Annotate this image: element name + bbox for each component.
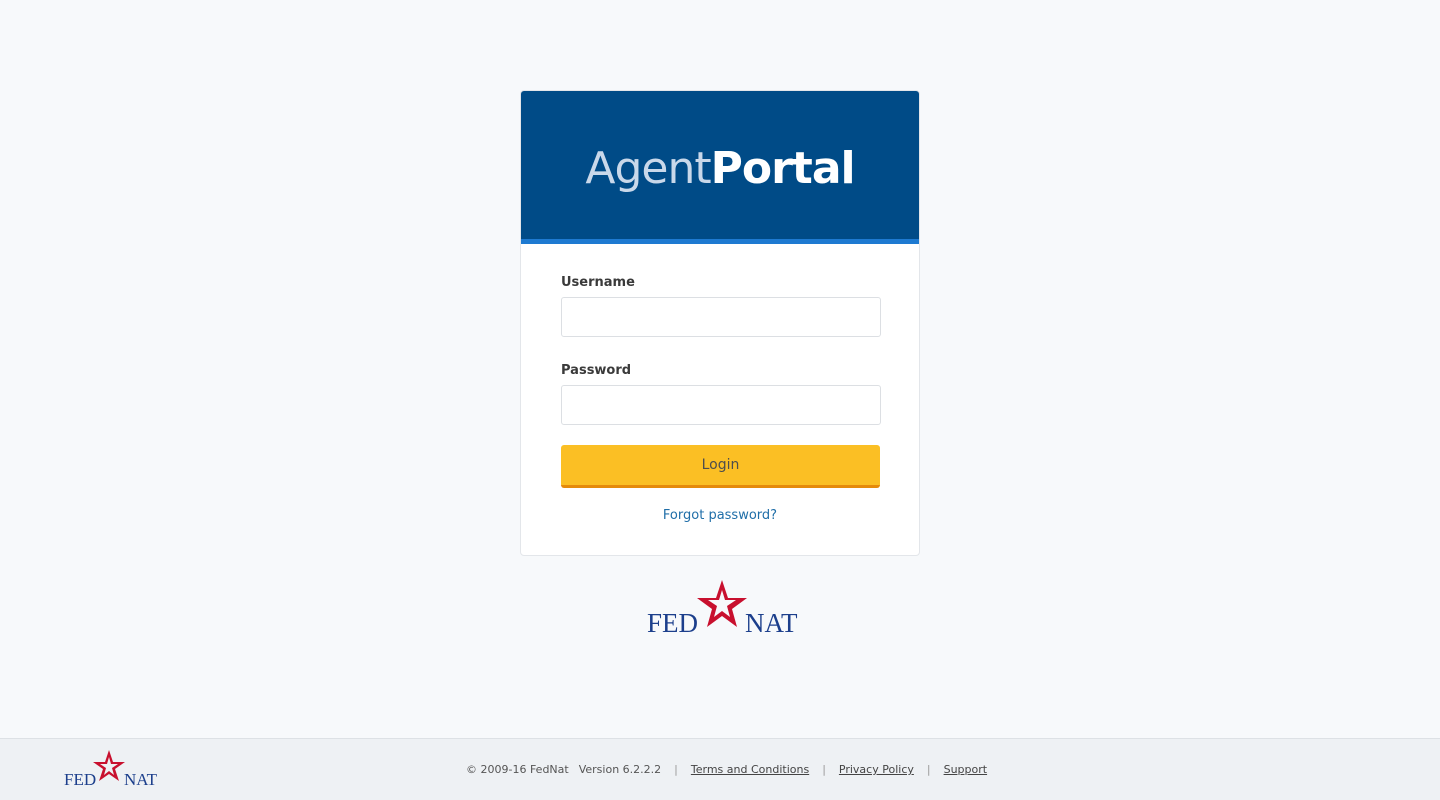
brand-bold-text: Portal: [710, 142, 856, 194]
fednat-logo: FED NAT: [647, 580, 798, 638]
login-card: AgentPortal Username Password Login Forg…: [520, 90, 920, 556]
star-icon: [697, 580, 747, 627]
terms-link[interactable]: Terms and Conditions: [691, 763, 809, 776]
copyright-text: © 2009-16 FedNat: [466, 763, 569, 776]
login-form: Username Password Login Forgot password?: [521, 244, 919, 523]
username-input[interactable]: [561, 297, 881, 337]
username-label: Username: [561, 275, 635, 290]
support-link[interactable]: Support: [944, 763, 987, 776]
login-button[interactable]: Login: [561, 445, 880, 488]
version-text: Version 6.2.2.2: [578, 763, 662, 776]
footer-links: © 2009-16 FedNat Version 6.2.2.2 | Terms…: [466, 763, 987, 776]
password-input[interactable]: [561, 385, 881, 425]
password-label: Password: [561, 363, 632, 378]
footer-separator: |: [926, 763, 931, 776]
privacy-policy-link[interactable]: Privacy Policy: [839, 763, 914, 776]
footer-logo-nat-text: NAT: [124, 770, 158, 789]
logo-fed-text: FED: [647, 608, 698, 638]
footer-separator: |: [822, 763, 826, 776]
footer-logo-fed-text: FED: [64, 770, 96, 789]
footer-separator: |: [674, 763, 678, 776]
footer-star-icon: [93, 750, 125, 781]
footer: FED NAT © 2009-16 FedNat Version 6.2.2.2…: [0, 738, 1440, 800]
logo-nat-text: NAT: [745, 608, 798, 638]
forgot-password-link[interactable]: Forgot password?: [561, 508, 879, 523]
brand-light-text: Agent: [585, 142, 711, 194]
footer-fednat-logo: FED NAT: [64, 750, 158, 789]
agent-portal-logo: AgentPortal: [585, 142, 856, 194]
card-header: AgentPortal: [521, 91, 919, 244]
